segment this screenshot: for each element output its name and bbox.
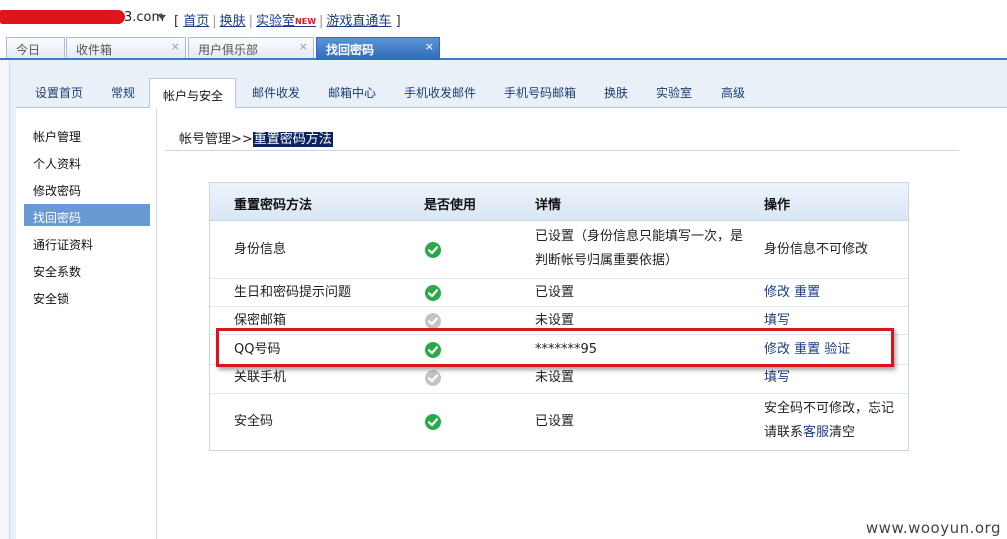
method-detail: 已设置 — [535, 285, 575, 300]
reset-link[interactable]: 重置 — [794, 285, 820, 300]
sidebar-item-security-lock[interactable]: 安全锁 — [24, 285, 150, 307]
top-bar: 3.com [ 首页 | 换肤 | 实验室NEW | 游戏直通车 ] — [0, 0, 1007, 36]
check-icon — [425, 285, 441, 301]
check-icon — [425, 414, 441, 430]
sidebar-item-security-level[interactable]: 安全系数 — [24, 258, 150, 280]
new-badge: NEW — [295, 17, 317, 26]
method-action-text: 身份信息不可修改 — [764, 242, 869, 257]
table-header: 重置密码方法 是否使用 详情 操作 — [210, 183, 908, 221]
breadcrumb: 帐号管理>>重置密码方法 — [179, 128, 333, 147]
top-links: [ 首页 | 换肤 | 实验室NEW | 游戏直通车 ] — [174, 14, 401, 29]
table-row: 身份信息 已设置（身份信息只能填写一次，是判断帐号归属重要依据） 身份信息不可修… — [210, 221, 908, 279]
close-icon[interactable]: × — [171, 40, 180, 53]
divider — [165, 150, 959, 151]
sidebar-item-passport[interactable]: 通行证资料 — [24, 231, 150, 253]
method-name: 生日和密码提示问题 — [234, 285, 352, 300]
left-edge — [0, 60, 10, 539]
table-row: 安全码 已设置 安全码不可修改，忘记 请联系客服清空 — [210, 394, 908, 450]
settings-tabs: 设置首页 常规 帐户与安全 邮件收发 邮箱中心 手机收发邮件 手机号码邮箱 换肤… — [16, 78, 1007, 109]
tab-mobile-mail[interactable]: 手机收发邮件 — [404, 84, 476, 101]
method-name: 安全码 — [234, 414, 274, 429]
method-detail: 未设置 — [535, 370, 575, 385]
column-header-method: 重置密码方法 — [234, 198, 313, 213]
sidebar-item-recover-password[interactable]: 找回密码 — [24, 204, 150, 226]
account-dropdown-icon[interactable] — [158, 15, 166, 20]
lab-link[interactable]: 实验室NEW — [256, 14, 316, 29]
column-header-enabled: 是否使用 — [424, 198, 477, 213]
method-actions: 修改 重置 — [764, 281, 908, 305]
tab-settings-home[interactable]: 设置首页 — [35, 84, 83, 101]
breadcrumb-prefix[interactable]: 帐号管理>> — [179, 132, 253, 147]
method-detail: 已设置（身份信息只能填写一次，是判断帐号归属重要依据） — [535, 229, 744, 268]
check-disabled-icon — [425, 370, 441, 386]
method-detail: 已设置 — [535, 414, 575, 429]
sidebar-item-account-manage[interactable]: 帐户管理 — [24, 123, 150, 145]
table-row: 关联手机 未设置 填写 — [210, 365, 908, 394]
browser-tab-strip: 今日 收件箱 × 用户俱乐部 × 找回密码 × — [0, 37, 1007, 60]
check-icon — [425, 242, 441, 258]
fill-in-link[interactable]: 填写 — [764, 370, 790, 385]
tab-inbox[interactable]: 收件箱 × — [66, 37, 186, 58]
column-header-detail: 详情 — [535, 198, 562, 213]
watermark: www.wooyun.org — [865, 519, 1001, 537]
modify-link[interactable]: 修改 — [764, 285, 790, 300]
tab-general[interactable]: 常规 — [111, 84, 135, 101]
check-disabled-icon — [425, 313, 441, 329]
game-link[interactable]: 游戏直通车 — [326, 14, 391, 29]
tab-advanced[interactable]: 高级 — [721, 84, 745, 101]
close-icon[interactable]: × — [425, 40, 434, 53]
sidebar-item-profile[interactable]: 个人资料 — [24, 150, 150, 172]
tab-mail-send-receive[interactable]: 邮件收发 — [252, 84, 300, 101]
method-name: 关联手机 — [234, 370, 287, 385]
skin-link[interactable]: 换肤 — [220, 14, 246, 29]
home-link[interactable]: 首页 — [183, 14, 209, 29]
tab-today[interactable]: 今日 — [6, 37, 65, 58]
redacted-account — [0, 10, 125, 24]
method-action-text: 安全码不可修改，忘记 请联系客服清空 — [764, 401, 895, 440]
close-icon[interactable]: × — [299, 40, 308, 53]
customer-service-link[interactable]: 客服 — [803, 425, 829, 440]
breadcrumb-current: 重置密码方法 — [252, 132, 333, 147]
bracket-open: [ — [174, 14, 180, 29]
highlight-box — [216, 328, 894, 367]
table-row: 生日和密码提示问题 已设置 修改 重置 — [210, 279, 908, 307]
tab-mailbox-center[interactable]: 邮箱中心 — [328, 84, 376, 101]
sidebar-item-change-password[interactable]: 修改密码 — [24, 177, 150, 199]
fill-in-link[interactable]: 填写 — [764, 313, 790, 328]
method-name: 身份信息 — [234, 242, 287, 257]
tab-recover-password[interactable]: 找回密码 × — [316, 37, 440, 60]
sidebar: 帐户管理 个人资料 修改密码 找回密码 通行证资料 安全系数 安全锁 — [16, 108, 157, 539]
tab-skin[interactable]: 换肤 — [604, 84, 628, 101]
tab-user-club[interactable]: 用户俱乐部 × — [188, 37, 314, 58]
tab-lab[interactable]: 实验室 — [656, 84, 692, 101]
tab-account-security[interactable]: 帐户与安全 — [149, 78, 237, 109]
bracket-close: ] — [395, 14, 401, 29]
column-header-action: 操作 — [764, 198, 791, 213]
method-actions: 填写 — [764, 366, 908, 390]
reset-methods-table: 重置密码方法 是否使用 详情 操作 身份信息 已设置（身份信息只能填写一次，是判… — [209, 182, 909, 451]
tab-mobile-number-mail[interactable]: 手机号码邮箱 — [504, 84, 576, 101]
